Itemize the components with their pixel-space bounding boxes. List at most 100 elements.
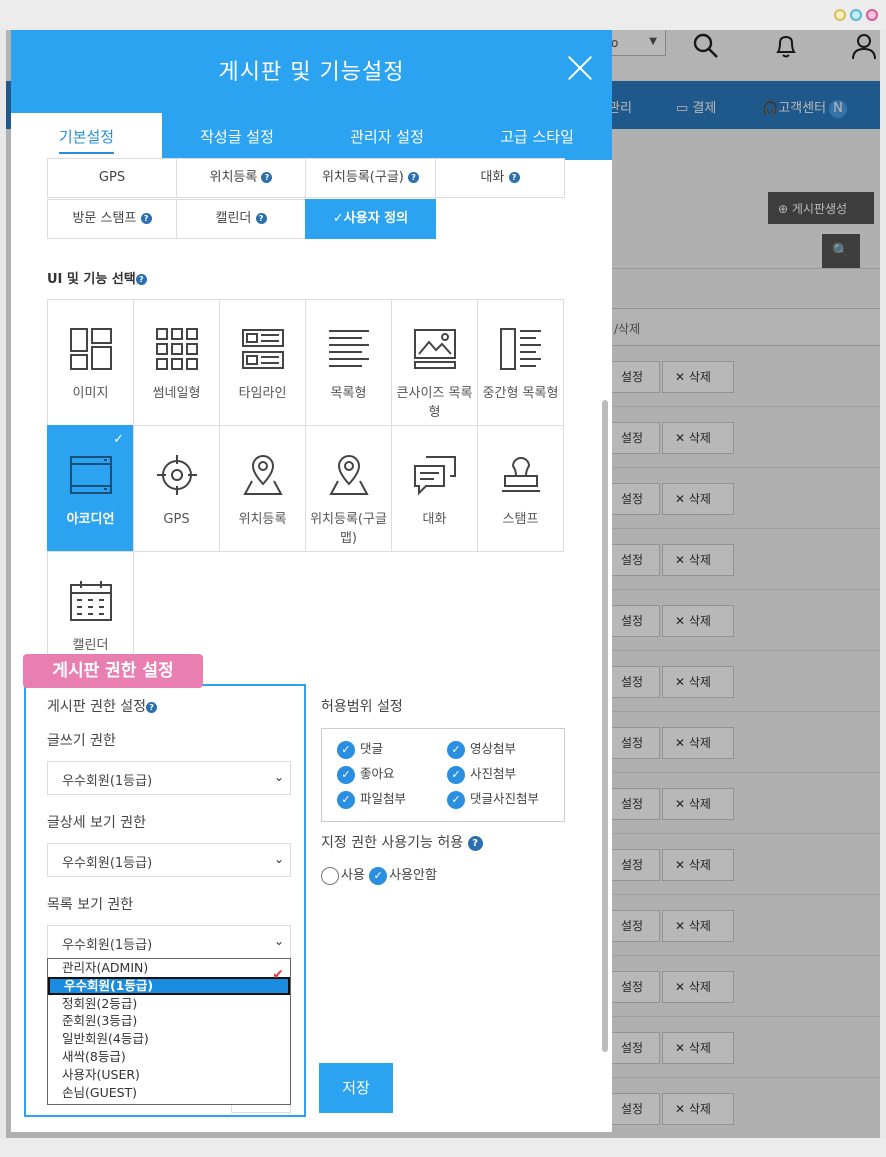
dropdown-option[interactable]: 정회원(2등급): [48, 995, 290, 1013]
help-icon[interactable]: ?: [467, 835, 483, 851]
tab-post-settings[interactable]: 작성글 설정: [162, 113, 312, 160]
radio-not-use[interactable]: ✓ 사용안함: [369, 866, 437, 885]
chevron-down-icon: ⌄: [273, 934, 284, 948]
maximize-dot-icon[interactable]: [850, 9, 862, 21]
ui-item-chat[interactable]: 대화: [391, 425, 478, 552]
allow-file[interactable]: ✓ 파일첨부: [337, 788, 406, 809]
chip-chat[interactable]: 대화 ?: [435, 158, 565, 198]
ui-item-label: 중간형 목록형: [482, 386, 559, 401]
board-settings-modal: 게시판 및 기능설정 기본설정 작성글 설정 관리자 설정 고급 스타일 GPS…: [11, 30, 612, 1132]
chip-location[interactable]: 위치등록 ?: [176, 158, 306, 198]
allow-comment[interactable]: ✓ 댓글: [337, 738, 383, 759]
list-permission-select[interactable]: 우수회원(1등급) ⌄: [47, 925, 291, 959]
ui-item-label: 위치등록(구글맵): [310, 512, 387, 546]
ui-section-title-text: UI 및 기능 선택: [47, 272, 136, 287]
ui-item-medium-list[interactable]: 중간형 목록형: [477, 299, 564, 426]
ui-item-list[interactable]: 목록형: [305, 299, 392, 426]
allow-comment-photo[interactable]: ✓ 댓글사진첨부: [447, 788, 539, 809]
ui-item-location[interactable]: 위치등록: [219, 425, 306, 552]
chip-location-google[interactable]: 위치등록(구글) ?: [305, 158, 436, 198]
modal-title: 게시판 및 기능설정: [218, 60, 405, 85]
allow-photo[interactable]: ✓ 사진첨부: [447, 763, 516, 784]
select-value: 우수회원(1등급): [62, 774, 153, 789]
close-icon[interactable]: [566, 54, 594, 82]
view-permission-select[interactable]: 우수회원(1등급) ⌄: [47, 843, 291, 877]
timeline-icon: [242, 329, 284, 369]
allow-label: 사진첨부: [470, 766, 517, 781]
tab-admin-settings[interactable]: 관리자 설정: [312, 113, 462, 160]
allow-like[interactable]: ✓ 좋아요: [337, 763, 395, 784]
map-pin-icon: [329, 455, 369, 495]
dropdown-option[interactable]: 일반회원(4등급): [48, 1030, 290, 1048]
check-circle-icon: ✓: [447, 765, 465, 784]
ui-item-gps[interactable]: GPS: [133, 425, 220, 552]
allow-video[interactable]: ✓ 영상첨부: [447, 738, 516, 759]
ui-section-title: UI 및 기능 선택?: [47, 268, 147, 287]
check-circle-icon: ✓: [337, 740, 355, 759]
allow-range-title: 허용범위 설정: [321, 699, 403, 715]
help-icon[interactable]: ?: [255, 213, 267, 224]
chip-custom[interactable]: ✓사용자 정의: [305, 199, 436, 239]
designated-title-text: 지정 권한 사용기능 허용: [321, 835, 464, 851]
help-icon[interactable]: ?: [146, 701, 158, 713]
view-permission-label: 글상세 보기 권한: [47, 815, 147, 831]
chip-gps[interactable]: GPS: [47, 158, 177, 198]
ui-item-label: 대화: [422, 512, 447, 527]
check-icon: ✓: [113, 432, 124, 447]
chip-label: GPS: [98, 170, 126, 185]
dropdown-option-selected[interactable]: 우수회원(1등급): [48, 976, 290, 995]
allow-range-box: ✓ 댓글 ✓ 영상첨부 ✓ 좋아요 ✓ 사진첨부 ✓ 파일첨부 ✓ 댓글사진첨부: [321, 728, 565, 822]
tab-advanced-style-label: 고급 스타일: [500, 128, 574, 146]
allow-label: 좋아요: [360, 766, 395, 781]
chip-calendar[interactable]: 캘린더 ?: [176, 199, 306, 239]
help-icon[interactable]: ?: [261, 172, 273, 183]
check-mark-icon: ✔: [272, 967, 284, 983]
dropdown-option-label: 우수회원(1등급): [64, 977, 154, 993]
dropdown-option[interactable]: 손님(GUEST): [48, 1084, 290, 1102]
help-icon[interactable]: ?: [140, 213, 152, 224]
ui-item-label: 위치등록: [238, 512, 287, 527]
write-permission-select[interactable]: 우수회원(1등급) ⌄: [47, 761, 291, 795]
help-icon[interactable]: ?: [408, 172, 420, 183]
map-pin-icon: [243, 455, 283, 495]
chip-label: 위치등록(구글): [321, 170, 404, 185]
minimize-dot-icon[interactable]: [834, 9, 846, 21]
list-permission-label: 목록 보기 권한: [47, 897, 134, 913]
permission-title: 게시판 권한 설정?: [47, 696, 158, 716]
save-button[interactable]: 저장: [319, 1063, 393, 1113]
dropdown-option[interactable]: 관리자(ADMIN): [48, 959, 290, 977]
modal-tabs: 기본설정 작성글 설정 관리자 설정 고급 스타일: [11, 113, 612, 160]
ui-item-label: 이미지: [72, 386, 109, 401]
tab-advanced-style[interactable]: 고급 스타일: [462, 113, 612, 160]
radio-off-icon: [321, 866, 339, 885]
ui-item-accordion[interactable]: ✓ 아코디언: [47, 425, 134, 552]
dropdown-option[interactable]: 새싹(8등급): [48, 1048, 290, 1066]
ui-item-thumbnail[interactable]: 썸네일형: [133, 299, 220, 426]
help-icon[interactable]: ?: [508, 172, 520, 183]
window-titlebar: [0, 0, 886, 30]
dropdown-option[interactable]: 사용자(USER): [48, 1066, 290, 1084]
ui-item-label: 캘린더: [72, 638, 109, 653]
chip-visit-stamp[interactable]: 방문 스탬프 ?: [47, 199, 177, 239]
ui-item-large-list[interactable]: 큰사이즈 목록형: [391, 299, 478, 426]
write-permission-label: 글쓰기 권한: [47, 733, 116, 749]
dropdown-option[interactable]: 준회원(3등급): [48, 1012, 290, 1030]
ui-item-image[interactable]: 이미지: [47, 299, 134, 426]
help-icon[interactable]: ?: [135, 274, 147, 285]
check-circle-icon: ✓: [337, 790, 355, 809]
radio-label: 사용: [341, 868, 365, 883]
ui-item-label: GPS: [163, 512, 190, 527]
ui-item-location-google[interactable]: 위치등록(구글맵): [305, 425, 392, 552]
chevron-down-icon: ⌄: [273, 770, 284, 784]
check-circle-icon: ✓: [447, 740, 465, 759]
radio-use[interactable]: 사용: [321, 866, 365, 885]
ui-item-stamp[interactable]: 스탬프: [477, 425, 564, 552]
tab-basic[interactable]: 기본설정: [11, 113, 162, 160]
close-dot-icon[interactable]: [866, 9, 878, 21]
modal-scrollbar[interactable]: [602, 400, 608, 1052]
ui-item-label: 스탬프: [502, 512, 539, 527]
ui-item-label: 썸네일형: [152, 386, 201, 401]
chip-label: 방문 스탬프: [72, 211, 137, 226]
radio-on-icon: ✓: [369, 866, 388, 885]
ui-item-timeline[interactable]: 타임라인: [219, 299, 306, 426]
